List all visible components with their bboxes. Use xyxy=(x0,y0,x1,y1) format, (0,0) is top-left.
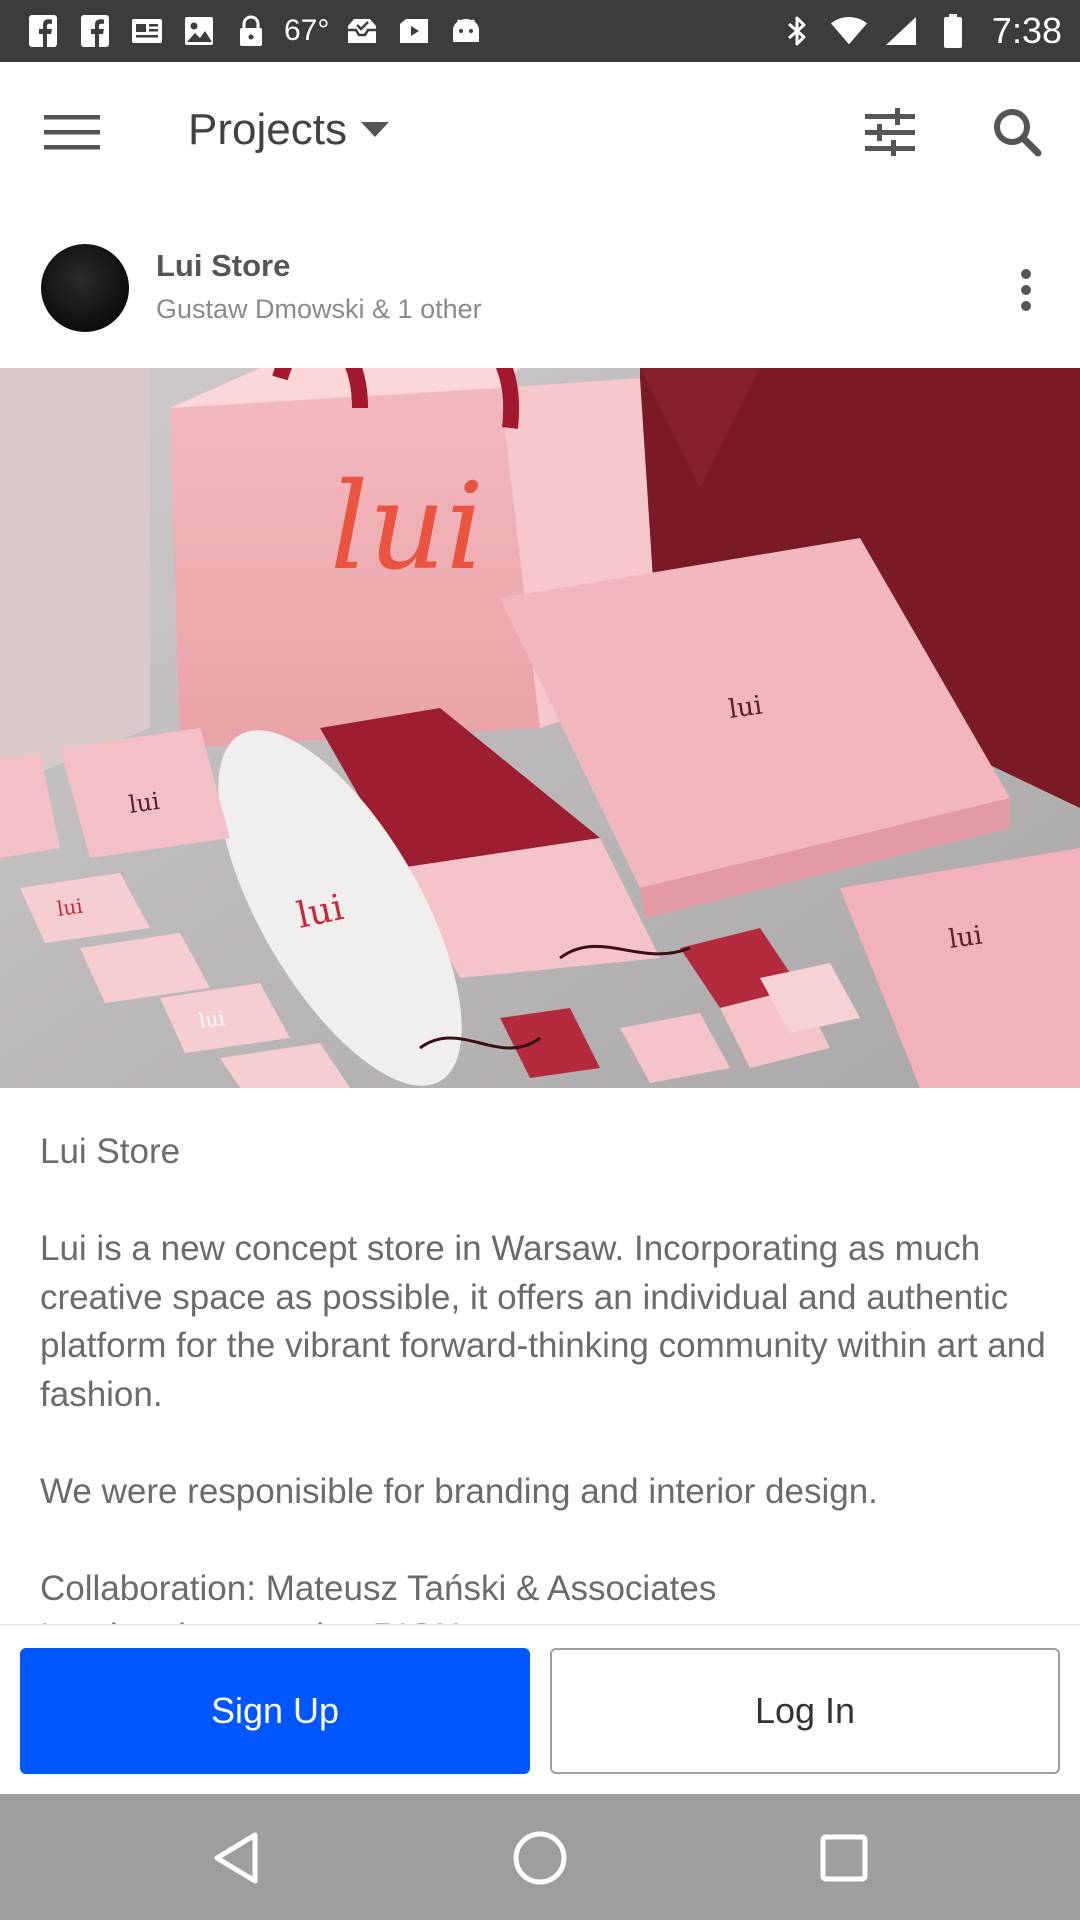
search-button[interactable] xyxy=(982,98,1052,166)
project-owners[interactable]: Gustaw Dmowski & 1 other xyxy=(156,294,482,325)
recents-button[interactable] xyxy=(808,1822,880,1894)
filter-button[interactable] xyxy=(856,98,924,166)
svg-text:lui: lui xyxy=(55,894,84,921)
wifi-icon xyxy=(830,12,868,50)
svg-text:lui: lui xyxy=(197,1006,226,1033)
project-title[interactable]: Lui Store xyxy=(156,248,290,284)
svg-text:lui: lui xyxy=(947,921,984,955)
svg-text:lui: lui xyxy=(727,691,764,725)
menu-icon xyxy=(44,115,100,150)
back-button[interactable] xyxy=(200,1822,272,1894)
branding-photo: lui lui lui lui lui lui lui xyxy=(0,368,1080,1088)
lock-icon xyxy=(232,12,270,50)
menu-button[interactable] xyxy=(32,102,112,162)
log-in-button[interactable]: Log In xyxy=(550,1648,1060,1774)
page-title: Projects xyxy=(188,105,347,154)
project-cover-image[interactable]: lui lui lui lui lui lui lui xyxy=(0,368,1080,1088)
inbox-icon xyxy=(343,12,381,50)
bluetooth-icon xyxy=(778,12,816,50)
description-paragraph: We were responisible for branding and in… xyxy=(40,1471,878,1511)
recents-icon xyxy=(820,1834,868,1882)
dropdown-arrow-icon xyxy=(360,122,389,137)
home-icon xyxy=(513,1831,567,1885)
app-bar: Projects xyxy=(0,62,1080,210)
description-paragraph: Collaboration: Mateusz Tański & Associat… xyxy=(40,1568,717,1608)
sign-up-button[interactable]: Sign Up xyxy=(20,1648,530,1774)
battery-icon xyxy=(934,12,972,50)
search-icon xyxy=(994,109,1042,157)
back-icon xyxy=(214,1832,258,1884)
more-vert-icon xyxy=(1021,269,1031,311)
news-icon xyxy=(128,12,166,50)
bag-brand-mark: lui xyxy=(330,458,484,597)
system-nav-bar xyxy=(0,1794,1080,1920)
status-bar: 67° 7:38 xyxy=(0,0,1080,62)
facebook-icon xyxy=(76,12,114,50)
android-icon xyxy=(447,12,485,50)
clock: 7:38 xyxy=(991,10,1062,51)
projects-dropdown[interactable]: Projects xyxy=(188,100,389,160)
system-icons: 7:38 xyxy=(778,8,1062,54)
auth-actions: Sign Up Log In xyxy=(0,1624,1080,1794)
project-description: Lui Store Lui is a new concept store in … xyxy=(40,1128,1050,1624)
temperature-text: 67° xyxy=(284,14,330,47)
description-paragraph: Interior photography: RIGN xyxy=(40,1613,1050,1624)
home-button[interactable] xyxy=(504,1822,576,1894)
signal-icon xyxy=(882,12,920,50)
more-options-button[interactable] xyxy=(1006,262,1046,318)
video-icon xyxy=(395,12,433,50)
avatar[interactable] xyxy=(41,244,129,332)
svg-text:lui: lui xyxy=(127,787,162,819)
facebook-icon xyxy=(24,12,62,50)
tune-icon xyxy=(865,108,915,156)
description-heading: Lui Store xyxy=(40,1132,181,1171)
notification-icons: 67° xyxy=(24,8,485,54)
description-paragraph: Lui is a new concept store in Warsaw. In… xyxy=(40,1229,1046,1414)
image-icon xyxy=(180,12,218,50)
project-header: Lui Store Gustaw Dmowski & 1 other xyxy=(0,210,1080,368)
